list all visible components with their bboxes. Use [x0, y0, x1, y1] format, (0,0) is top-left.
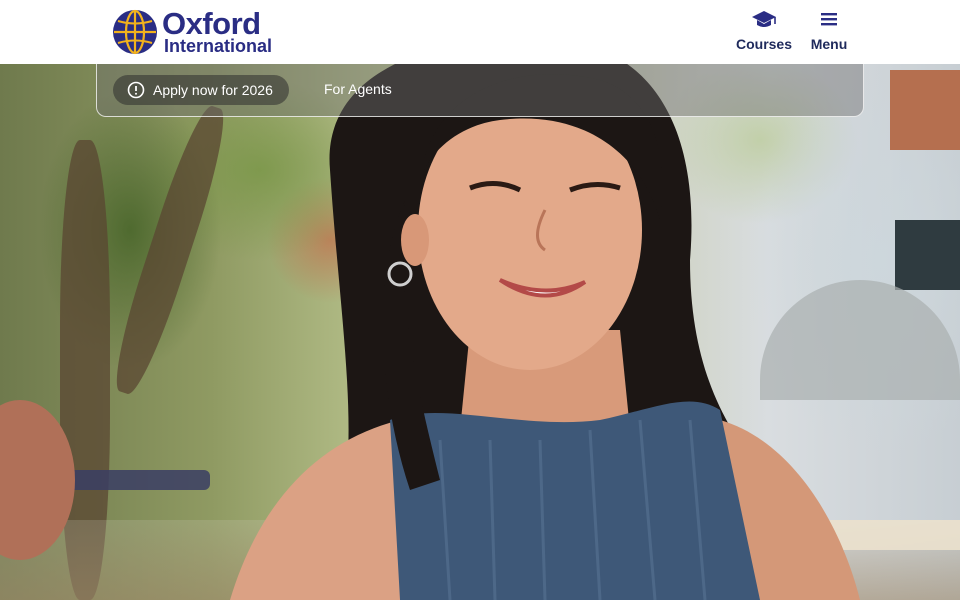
oxford-international-logo[interactable]: Oxford International: [112, 8, 292, 56]
menu-button[interactable]: Menu: [796, 10, 862, 56]
alert-circle-icon: [127, 81, 145, 99]
for-agents-link[interactable]: For Agents: [324, 81, 392, 97]
menu-label: Menu: [810, 36, 848, 52]
courses-button[interactable]: Courses: [731, 10, 797, 56]
graduation-cap-icon: [731, 10, 797, 34]
hamburger-menu-icon: [796, 10, 862, 34]
courses-label: Courses: [735, 36, 793, 52]
globe-logo-icon: [113, 9, 157, 55]
apply-now-label: Apply now for 2026: [153, 82, 273, 98]
logo-wordmark-bottom: International: [164, 36, 273, 56]
secondary-nav-bar: Apply now for 2026 For Agents: [96, 60, 864, 117]
apply-now-button[interactable]: Apply now for 2026: [113, 75, 289, 105]
site-header: Oxford International Courses Menu: [0, 0, 960, 64]
